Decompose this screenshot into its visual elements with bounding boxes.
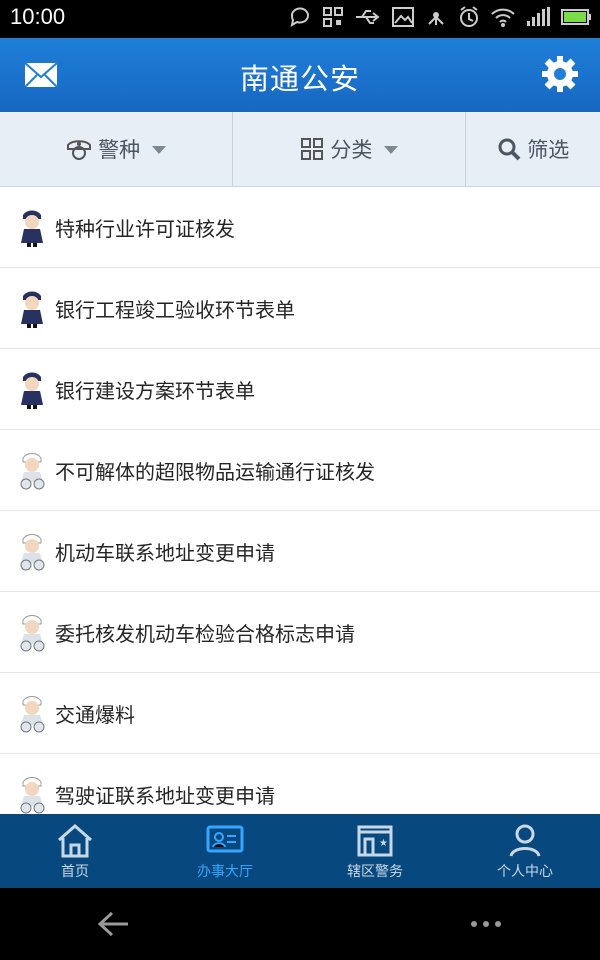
- network-icon: [424, 5, 448, 29]
- search-filter[interactable]: 筛选: [466, 112, 600, 186]
- chevron-down-icon: [152, 146, 167, 154]
- service-hall-icon: [206, 825, 244, 853]
- grid-icon: [301, 138, 324, 160]
- person-icon: [509, 824, 541, 857]
- chevron-down-icon: [384, 146, 399, 154]
- category-filter[interactable]: 分类: [233, 112, 467, 186]
- traffic-police-icon: [20, 615, 45, 652]
- list-item[interactable]: 交通爆料: [0, 673, 600, 754]
- status-bar: 10:00: [0, 0, 600, 38]
- home-icon: [58, 824, 92, 858]
- battery-icon: [560, 6, 592, 28]
- police-officer-icon: [21, 291, 43, 328]
- gear-icon[interactable]: [542, 56, 578, 92]
- traffic-police-icon: [20, 453, 45, 490]
- list-item[interactable]: 银行建设方案环节表单: [0, 349, 600, 430]
- tab-service-hall-label: 办事大厅: [197, 864, 253, 880]
- qr-icon: [321, 5, 345, 29]
- filter-bar: 警种 分类 筛选: [0, 112, 600, 187]
- tab-district-police-label: 辖区警务: [347, 864, 403, 880]
- list-item[interactable]: 机动车联系地址变更申请: [0, 511, 600, 592]
- app-header: 南通公安: [0, 38, 600, 112]
- list-item[interactable]: 特种行业许可证核发: [0, 187, 600, 268]
- usb-icon: [354, 7, 382, 27]
- tab-personal-center-label: 个人中心: [497, 864, 553, 880]
- category-label: 分类: [330, 138, 373, 162]
- service-label: 银行建设方案环节表单: [55, 378, 255, 403]
- page-title: 南通公安: [239, 62, 360, 96]
- back-arrow-icon[interactable]: [95, 908, 131, 940]
- service-label: 机动车联系地址变更申请: [55, 540, 275, 565]
- police-type-filter[interactable]: 警种: [0, 112, 234, 186]
- tab-service-hall[interactable]: 办事大厅: [150, 814, 300, 888]
- service-label: 委托核发机动车检验合格标志申请: [55, 621, 355, 646]
- police-officer-icon: [21, 210, 43, 247]
- message-icon: [288, 5, 312, 29]
- police-cap-icon: [67, 140, 92, 160]
- status-icons: [288, 5, 592, 29]
- police-officer-icon: [21, 372, 43, 409]
- list-item[interactable]: 银行工程竣工验收环节表单: [0, 268, 600, 349]
- alarm-icon: [457, 5, 481, 29]
- police-station-icon: ★: [357, 825, 393, 857]
- wifi-icon: [490, 6, 516, 28]
- traffic-police-icon: [20, 777, 45, 814]
- status-time: 10:00: [10, 4, 66, 29]
- list-item[interactable]: 不可解体的超限物品运输通行证核发: [0, 430, 600, 511]
- tab-home[interactable]: 首页: [0, 814, 150, 888]
- more-dots-icon[interactable]: [468, 918, 504, 930]
- service-label: 特种行业许可证核发: [55, 216, 235, 241]
- service-label: 交通爆料: [55, 702, 135, 727]
- list-item[interactable]: 委托核发机动车检验合格标志申请: [0, 592, 600, 673]
- service-label: 驾驶证联系地址变更申请: [55, 783, 275, 808]
- image-icon: [391, 6, 415, 28]
- tab-personal-center[interactable]: 个人中心: [450, 814, 600, 888]
- traffic-police-icon: [20, 534, 45, 571]
- service-label: 银行工程竣工验收环节表单: [55, 297, 295, 322]
- svg-text:★: ★: [379, 838, 388, 849]
- tab-home-label: 首页: [61, 864, 89, 880]
- service-label: 不可解体的超限物品运输通行证核发: [55, 459, 375, 484]
- police-type-label: 警种: [98, 138, 141, 162]
- search-icon: [498, 138, 521, 161]
- tab-district-police[interactable]: ★ 辖区警务: [300, 814, 450, 888]
- service-list: 特种行业许可证核发 银行工程竣工验收环节表单 银行建设方案环节表单 不可解体的超…: [0, 187, 600, 814]
- list-item[interactable]: 驾驶证联系地址变更申请: [0, 754, 600, 814]
- traffic-police-icon: [20, 696, 45, 733]
- search-label: 筛选: [527, 138, 570, 162]
- system-nav-bar: [0, 888, 600, 960]
- signal-icon: [525, 6, 551, 28]
- bottom-tab-bar: 首页 办事大厅 ★ 辖区警务 个人中心: [0, 814, 600, 888]
